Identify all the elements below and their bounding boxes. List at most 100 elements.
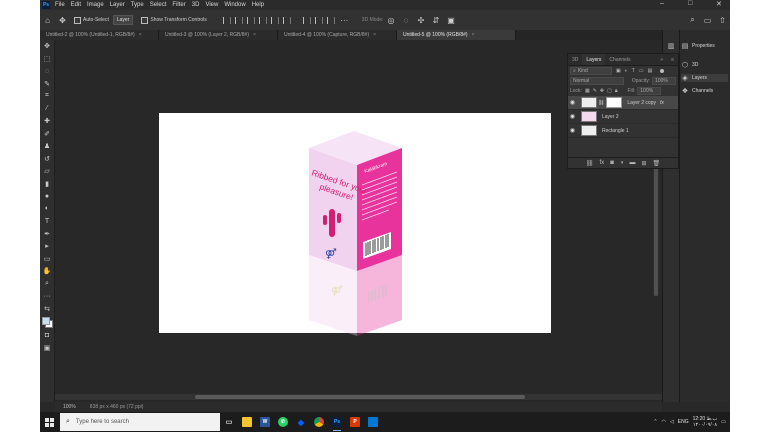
pen-tool-icon[interactable]: ✒ xyxy=(40,228,54,241)
align-top-icon[interactable] xyxy=(258,16,267,24)
history-brush-icon[interactable]: ↺ xyxy=(40,153,54,166)
filter-kind-dropdown[interactable]: ⌕ Kind xyxy=(570,67,612,75)
align-bottom-icon[interactable] xyxy=(282,16,291,24)
tab-layers[interactable]: Layers xyxy=(582,54,606,65)
move-tool-icon[interactable]: ✥ xyxy=(58,16,67,25)
wps-button[interactable]: P xyxy=(347,412,363,432)
layer-row[interactable]: ◉ Rectangle 1 xyxy=(568,124,678,138)
filter-type-icon[interactable]: T xyxy=(632,68,635,74)
clock[interactable]: 12:20 ب.ظ ۱۴۰۰/۰۹/۰۸ xyxy=(693,416,718,428)
layer-row[interactable]: ◉ Layer 2 xyxy=(568,110,678,124)
quick-select-tool-icon[interactable]: ✎ xyxy=(40,78,54,91)
add-mask-icon[interactable]: ◙ xyxy=(610,160,614,166)
doc-tab-untitled-2[interactable]: Untitled-2 @ 100% (Untitled-1, RGB/8#) × xyxy=(40,30,159,40)
align-center-icon[interactable] xyxy=(234,16,243,24)
channels-panel-tab[interactable]: ❖ Channels xyxy=(681,87,713,95)
gradient-tool-icon[interactable]: ▮ xyxy=(40,178,54,191)
lock-image-icon[interactable]: ✎ xyxy=(593,88,597,94)
tab-channels[interactable]: Channels xyxy=(605,54,634,65)
distribute-icon[interactable] xyxy=(302,16,311,24)
screen-mode-icon[interactable]: ▣ xyxy=(40,342,54,355)
filter-shape-icon[interactable]: ▭ xyxy=(639,68,644,74)
photos-button[interactable] xyxy=(365,412,381,432)
align-middle-icon[interactable] xyxy=(270,16,279,24)
lasso-tool-icon[interactable]: ◌ xyxy=(40,65,54,78)
close-tab-icon[interactable]: × xyxy=(253,32,256,38)
align-right-icon[interactable] xyxy=(246,16,255,24)
quick-mask-icon[interactable]: ◘ xyxy=(40,329,54,342)
doc-tab-untitled-5[interactable]: Untitled-5 @ 100% (RGB/8#) × xyxy=(397,30,516,40)
align-left-icon[interactable] xyxy=(222,16,231,24)
lock-pixels-icon[interactable]: ▦ xyxy=(585,88,590,94)
new-group-icon[interactable]: ▬ xyxy=(629,160,635,166)
blend-mode-dropdown[interactable]: Normal xyxy=(570,77,624,85)
task-view-button[interactable]: ▭ xyxy=(221,412,237,432)
layer-mask-thumbnail[interactable] xyxy=(606,97,623,108)
lock-position-icon[interactable]: ✥ xyxy=(600,88,604,94)
eraser-tool-icon[interactable]: ▱ xyxy=(40,165,54,178)
minimize-button[interactable]: – xyxy=(660,0,664,7)
filter-toggle[interactable] xyxy=(660,69,665,73)
lock-artboard-icon[interactable]: ▢ xyxy=(607,88,612,94)
healing-brush-icon[interactable]: ✚ xyxy=(40,115,54,128)
volume-icon[interactable]: ◁ xyxy=(670,419,674,425)
close-window-button[interactable]: ✕ xyxy=(716,0,722,8)
hand-tool-icon[interactable]: ✋ xyxy=(40,265,54,278)
dodge-tool-icon[interactable]: ◐ xyxy=(40,203,54,216)
crop-tool-icon[interactable]: ⌗ xyxy=(40,90,54,103)
zoom-level[interactable]: 100% xyxy=(63,404,76,410)
menu-select[interactable]: Select xyxy=(150,2,167,8)
type-tool-icon[interactable]: T xyxy=(40,215,54,228)
distribute-vertical-icon[interactable] xyxy=(314,16,323,24)
menu-filter[interactable]: Filter xyxy=(172,2,185,8)
zoom-tool-icon[interactable]: ⌕ xyxy=(40,278,54,291)
wifi-icon[interactable]: ◠ xyxy=(662,419,666,425)
scale-3d-icon[interactable]: ▣ xyxy=(446,16,455,25)
menu-3d[interactable]: 3D xyxy=(192,2,200,8)
foreground-color-swatch[interactable] xyxy=(42,317,50,325)
drag-3d-icon[interactable]: ✣ xyxy=(416,16,425,25)
move-tool-icon[interactable]: ✥ xyxy=(40,40,54,53)
distribute-horizontal-icon[interactable] xyxy=(326,16,335,24)
tab-3d[interactable]: 3D xyxy=(568,54,582,65)
roll-3d-icon[interactable]: ◌ xyxy=(401,16,410,25)
close-tab-icon[interactable]: × xyxy=(139,32,142,38)
properties-panel-tab[interactable]: ▤ Properties xyxy=(681,42,715,50)
orbit-3d-icon[interactable]: ◎ xyxy=(386,16,395,25)
rectangle-tool-icon[interactable]: ▭ xyxy=(40,253,54,266)
workspace-icon[interactable]: ▭ xyxy=(703,16,712,25)
whatsapp-button[interactable]: ✆ xyxy=(275,412,291,432)
layers-panel-tab[interactable]: ◈ Layers xyxy=(681,74,728,82)
menu-edit[interactable]: Edit xyxy=(71,2,81,8)
menu-layer[interactable]: Layer xyxy=(110,2,125,8)
panel-menu-icon[interactable]: ≡ xyxy=(667,54,678,65)
auto-select-checkbox[interactable] xyxy=(74,16,81,24)
marquee-tool-icon[interactable]: ⬚ xyxy=(40,53,54,66)
libraries-icon[interactable]: ▥ xyxy=(667,42,675,50)
menu-help[interactable]: Help xyxy=(252,2,264,8)
more-options-icon[interactable]: ··· xyxy=(340,16,349,25)
layer-row[interactable]: ◉ ⛓︎ Layer 2 copy fx xyxy=(568,96,678,110)
fill-input[interactable]: 100% xyxy=(637,87,662,95)
taskbar-search-box[interactable]: ⌕ Type here to search xyxy=(60,413,220,431)
link-layers-icon[interactable]: ⛓︎ xyxy=(586,160,594,167)
chrome-button[interactable] xyxy=(311,412,327,432)
notifications-icon[interactable]: ▭ xyxy=(721,419,726,425)
share-icon[interactable]: ⇧ xyxy=(718,16,727,25)
filter-smart-icon[interactable]: ▤ xyxy=(648,68,653,74)
more-tools-icon[interactable]: ··· xyxy=(40,290,54,303)
blur-tool-icon[interactable]: ● xyxy=(40,190,54,203)
slide-3d-icon[interactable]: ⇵ xyxy=(431,16,440,25)
visibility-eye-icon[interactable]: ◉ xyxy=(568,99,577,106)
menu-window[interactable]: Window xyxy=(224,2,245,8)
brush-tool-icon[interactable]: ✐ xyxy=(40,128,54,141)
maximize-button[interactable]: □ xyxy=(688,0,692,7)
new-layer-icon[interactable]: ⊞ xyxy=(641,160,646,167)
filter-pixel-icon[interactable]: ▣ xyxy=(616,68,621,74)
photoshop-taskbar-button[interactable]: Ps xyxy=(329,412,345,432)
3d-panel-tab[interactable]: ⬡ 3D xyxy=(681,61,698,69)
tray-chevron-icon[interactable]: ⌃ xyxy=(653,419,657,425)
file-explorer-button[interactable] xyxy=(239,412,255,432)
menu-image[interactable]: Image xyxy=(87,2,104,8)
path-select-icon[interactable]: ▸ xyxy=(40,240,54,253)
